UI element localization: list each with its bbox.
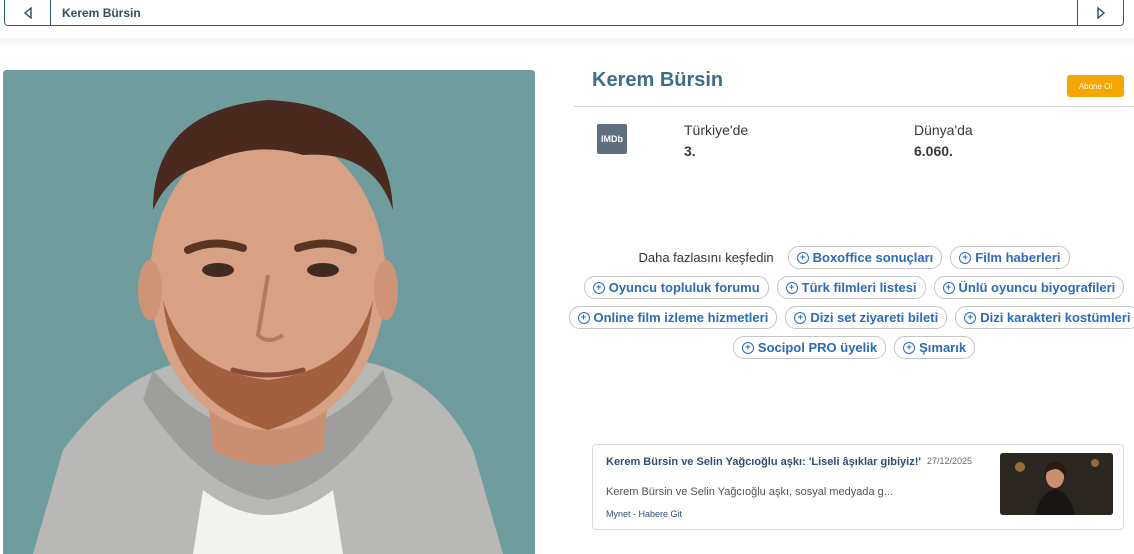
explore-link-label: Şımarık: [919, 340, 967, 355]
header-shadow: [0, 38, 1134, 48]
rank-turkey-label: Türkiye'de: [684, 122, 749, 138]
explore-link[interactable]: + Dizi karakteri kostümleri: [955, 306, 1134, 329]
triangle-right-icon: [1096, 6, 1105, 19]
rank-world-label: Dünya'da: [914, 122, 973, 138]
plus-circle-icon: +: [592, 281, 605, 294]
actor-photo: [3, 70, 535, 554]
plus-circle-icon: +: [903, 341, 916, 354]
explore-link[interactable]: + Türk filmleri listesi: [776, 276, 926, 299]
rank-turkey-value: 3.: [684, 143, 696, 159]
news-thumbnail[interactable]: [1000, 453, 1113, 515]
actor-portrait-image: [3, 70, 535, 554]
news-headline[interactable]: Kerem Bürsin ve Selin Yağcıoğlu aşkı: 'L…: [606, 456, 921, 468]
plus-circle-icon: +: [741, 341, 754, 354]
explore-link-label: Türk filmleri listesi: [801, 280, 917, 295]
plus-circle-icon: +: [785, 281, 798, 294]
next-button[interactable]: [1077, 0, 1123, 25]
previous-button[interactable]: [5, 0, 51, 25]
plus-circle-icon: +: [796, 251, 809, 264]
explore-link-label: Dizi set ziyareti bileti: [810, 310, 939, 325]
explore-heading: Daha fazlasını keşfedin: [638, 250, 774, 265]
news-card[interactable]: Kerem Bürsin ve Selin Yağcıoğlu aşkı: 'L…: [592, 444, 1124, 530]
news-date: 27/12/2025: [927, 456, 973, 466]
header-divider: [574, 106, 1134, 107]
imdb-logo-icon: IMDb: [597, 124, 627, 154]
explore-link[interactable]: + Ünlü oyuncu biyografileri: [933, 276, 1125, 299]
plus-circle-icon: +: [577, 311, 590, 324]
triangle-left-icon: [23, 6, 32, 19]
news-source-link[interactable]: Mynet - Habere Git: [606, 509, 682, 519]
news-thumbnail-image: [1000, 453, 1113, 515]
rank-world-value: 6.060.: [914, 143, 953, 159]
plus-circle-icon: +: [794, 311, 807, 324]
explore-link[interactable]: + Dizi set ziyareti bileti: [785, 306, 948, 329]
explore-link-label: Socipol PRO üyelik: [757, 340, 878, 355]
explore-link[interactable]: + Film haberleri: [950, 246, 1070, 269]
explore-link[interactable]: + Oyuncu topluluk forumu: [583, 276, 769, 299]
explore-link-label: Oyuncu topluluk forumu: [608, 280, 760, 295]
explore-link[interactable]: + Boxoffice sonuçları: [787, 246, 943, 269]
actor-name: Kerem Bürsin: [592, 69, 724, 91]
explore-link-label: Boxoffice sonuçları: [812, 250, 934, 265]
explore-link[interactable]: + Şımarık: [894, 336, 976, 359]
explore-links: Daha fazlasını keşfedin + Boxoffice sonuç…: [568, 246, 1134, 366]
subscribe-button[interactable]: Abone Ol: [1067, 75, 1124, 97]
rank-turkey: Türkiye'de 3.: [684, 122, 748, 159]
plus-circle-icon: +: [942, 281, 955, 294]
explore-link[interactable]: + Online film izleme hizmetleri: [568, 306, 778, 329]
plus-circle-icon: +: [959, 251, 972, 264]
news-summary: Kerem Bürsin ve Selin Yağcıoğlu aşkı, so…: [606, 486, 893, 498]
explore-link-label: Ünlü oyuncu biyografileri: [958, 280, 1116, 295]
plus-circle-icon: +: [964, 311, 977, 324]
explore-link-label: Online film izleme hizmetleri: [593, 310, 769, 325]
explore-link[interactable]: + Socipol PRO üyelik: [732, 336, 887, 359]
explore-link-label: Film haberleri: [975, 250, 1061, 265]
explore-link-label: Dizi karakteri kostümleri: [980, 310, 1131, 325]
rank-world: Dünya'da 6.060.: [914, 122, 973, 159]
page-breadcrumb: Kerem Bürsin: [62, 5, 141, 20]
top-nav-bar: Kerem Bürsin: [4, 0, 1124, 26]
